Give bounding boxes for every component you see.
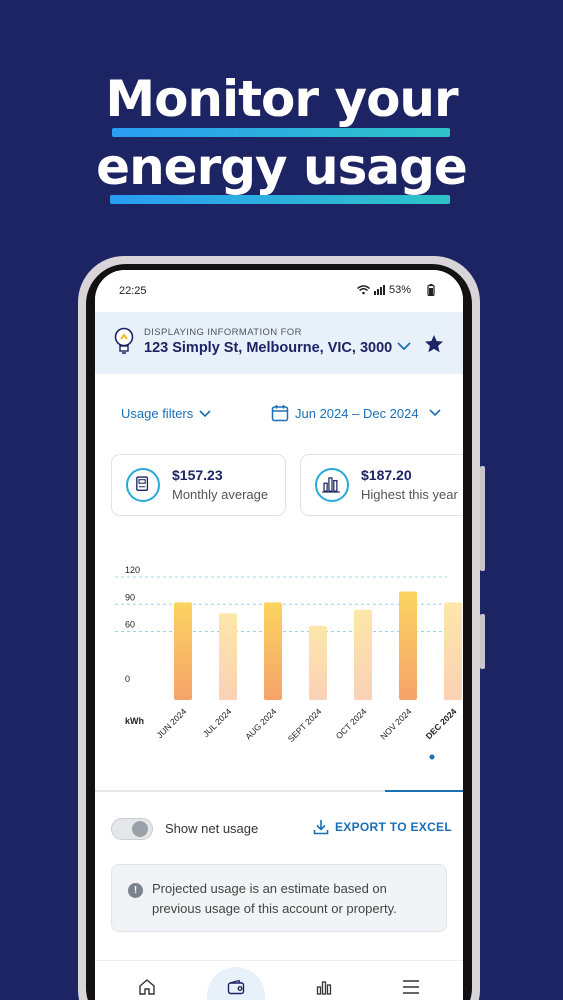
chevron-down-icon — [429, 409, 441, 417]
nav-menu[interactable] — [399, 975, 423, 999]
card-label: Highest this year — [361, 487, 458, 502]
battery-percent: 53% — [388, 284, 411, 296]
card-value: $157.23 — [172, 467, 223, 483]
x-tick-label[interactable]: JUL 2024 — [201, 706, 234, 739]
usage-filters-label: Usage filters — [121, 406, 194, 421]
battery-icon — [427, 284, 435, 296]
promo-headline-line2: energy usage — [96, 138, 468, 196]
net-usage-label: Show net usage — [165, 821, 259, 836]
export-to-excel-button[interactable]: EXPORT TO EXCEL — [313, 819, 452, 835]
wifi-icon — [356, 285, 370, 295]
usage-bar[interactable] — [174, 602, 192, 700]
x-tick-label[interactable]: SEPT 2024 — [286, 706, 324, 744]
y-tick-label: 120 — [125, 565, 140, 575]
calendar-icon — [271, 405, 289, 422]
card-label: Monthly average — [172, 487, 269, 502]
date-range-picker[interactable]: Jun 2024 – Dec 2024 — [271, 404, 441, 422]
note-text: Projected usage is an estimate based on … — [152, 881, 397, 916]
usage-bar[interactable] — [444, 602, 462, 700]
net-usage-toggle[interactable] — [111, 818, 153, 840]
signal-icon — [373, 285, 385, 295]
app-screen: 22:25 53% DISPLAYING INFORMATION FOR 123… — [95, 270, 463, 1000]
status-bar: 22:25 53% — [95, 270, 463, 312]
y-tick-label: 90 — [125, 592, 135, 602]
y-axis-unit: kWh — [125, 716, 144, 726]
bar-chart-icon — [316, 981, 332, 995]
x-tick-label[interactable]: AUG 2024 — [243, 706, 278, 741]
home-icon — [139, 979, 155, 995]
usage-bar[interactable] — [399, 591, 417, 700]
lightbulb-icon — [114, 327, 134, 354]
card-value: $187.20 — [361, 467, 412, 483]
x-tick-label[interactable]: DEC 2024 — [424, 706, 459, 741]
address-caption: DISPLAYING INFORMATION FOR — [144, 327, 302, 338]
usage-bar[interactable] — [219, 613, 237, 700]
highest-this-year-card[interactable]: $187.20 Highest this year — [300, 454, 463, 516]
selected-month-dot — [429, 754, 435, 760]
x-tick-label[interactable]: JUN 2024 — [155, 706, 189, 740]
address-header[interactable]: DISPLAYING INFORMATION FOR 123 Simply St… — [95, 312, 463, 374]
monthly-average-card[interactable]: $157.23 Monthly average — [111, 454, 286, 516]
nav-billing[interactable] — [224, 975, 248, 999]
chevron-down-icon[interactable] — [397, 342, 411, 351]
meter-icon — [126, 468, 160, 502]
phone-power-button — [480, 614, 485, 669]
star-icon[interactable] — [424, 334, 444, 354]
y-tick-label: 60 — [125, 620, 135, 630]
y-tick-label: 0 — [125, 674, 130, 684]
toggle-knob — [132, 821, 148, 837]
download-icon — [313, 820, 329, 835]
export-label: EXPORT TO EXCEL — [335, 820, 452, 834]
wallet-icon — [227, 979, 245, 995]
usage-filters-dropdown[interactable]: Usage filters — [121, 406, 211, 421]
phone-volume-button — [480, 466, 485, 571]
bar-chart-icon — [315, 468, 349, 502]
x-tick-label[interactable]: OCT 2024 — [334, 706, 369, 741]
chevron-down-icon — [199, 409, 211, 417]
date-range-label: Jun 2024 – Dec 2024 — [295, 405, 419, 421]
info-icon: ! — [128, 883, 143, 898]
promo-headline-line1: Monitor your — [105, 70, 458, 128]
headline-underline-2 — [110, 195, 450, 204]
projected-usage-note: ! Projected usage is an estimate based o… — [111, 864, 447, 932]
chart-divider — [95, 790, 463, 792]
address-value[interactable]: 123 Simply St, Melbourne, VIC, 3000 — [144, 340, 392, 356]
chart-divider-active — [385, 790, 463, 792]
usage-bar-chart[interactable]: 0 60 90 120 kWh JUN 2024 JUL 2024 AUG 2024 SEPT … — [95, 560, 463, 790]
headline-underline-1 — [112, 128, 450, 137]
nav-home[interactable] — [135, 975, 159, 999]
usage-bar[interactable] — [264, 602, 282, 700]
usage-bar[interactable] — [309, 626, 327, 700]
usage-bar[interactable] — [354, 609, 372, 700]
nav-usage[interactable] — [312, 975, 336, 999]
menu-icon — [403, 980, 419, 994]
status-time: 22:25 — [119, 285, 147, 297]
bottom-nav — [95, 960, 463, 1000]
x-tick-label[interactable]: NOV 2024 — [378, 706, 413, 741]
